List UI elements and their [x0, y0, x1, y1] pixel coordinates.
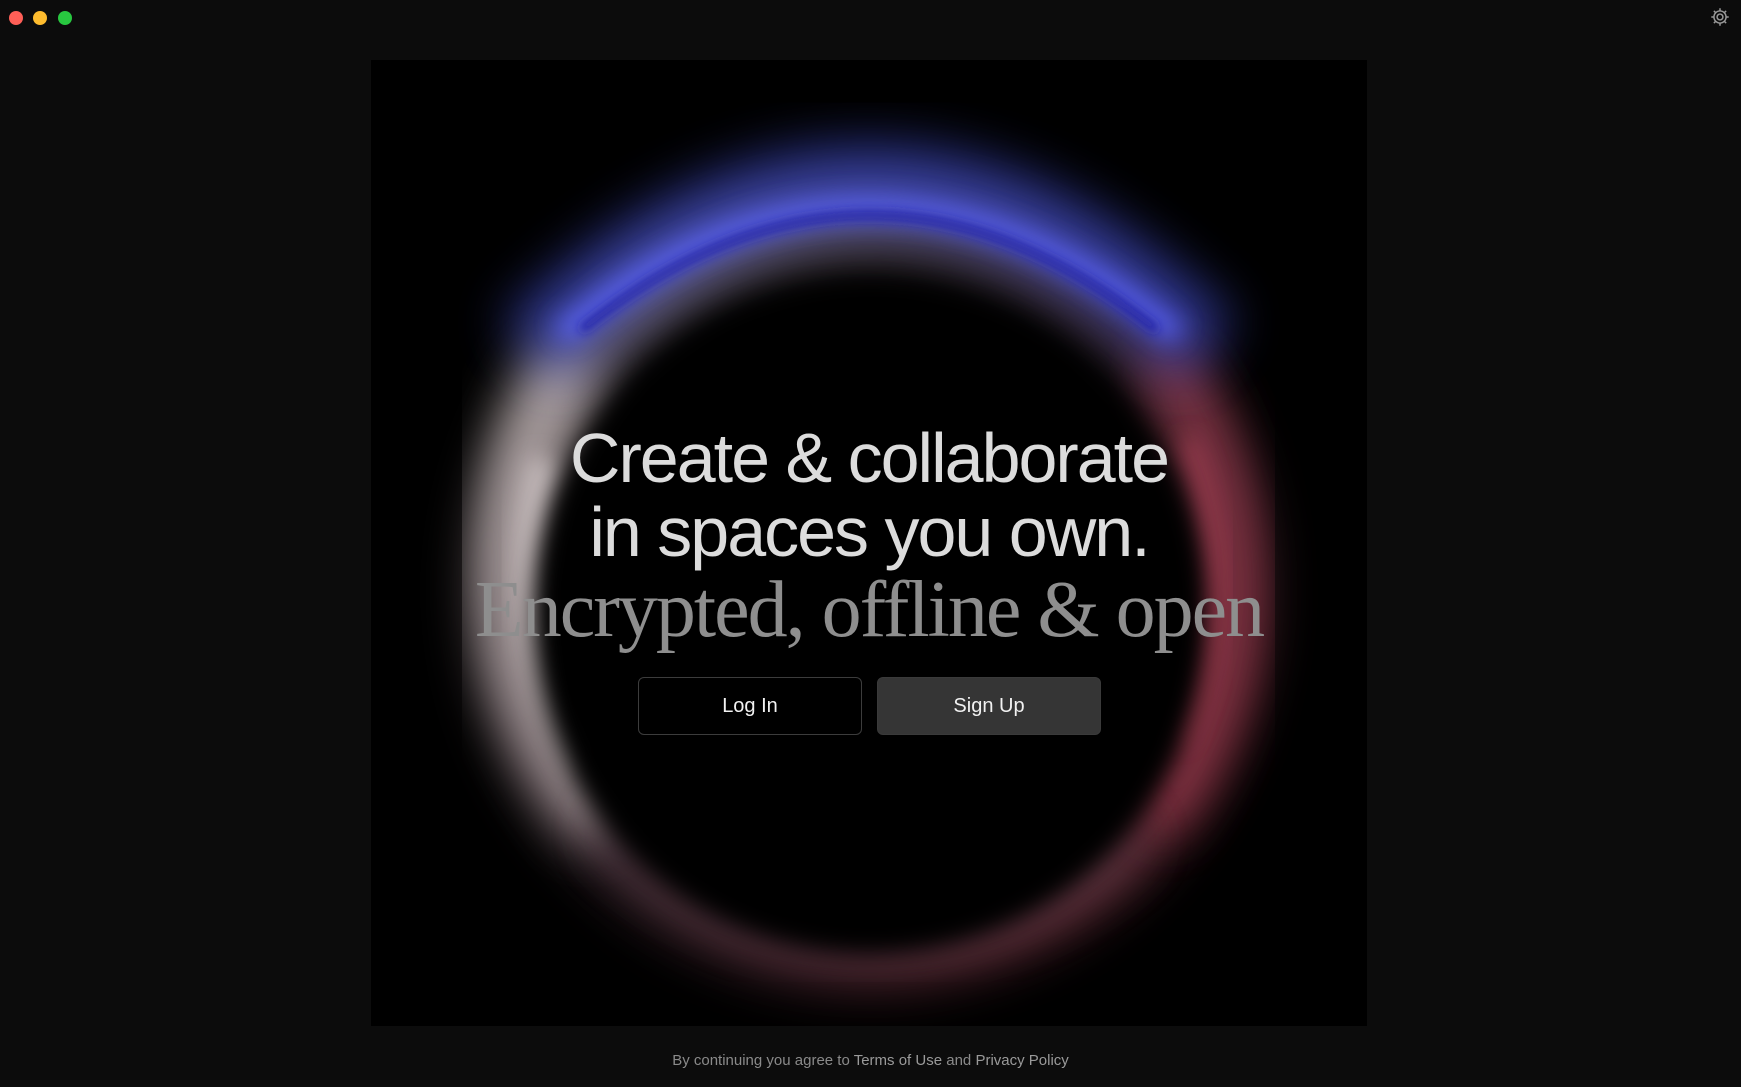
- gear-icon: [1711, 8, 1729, 26]
- legal-footer: By continuing you agree to Terms of Use …: [0, 1052, 1741, 1069]
- settings-button[interactable]: [1707, 4, 1733, 30]
- app-window: Create & collaborate in spaces you own. …: [0, 0, 1741, 1087]
- headline-line-2: in spaces you own.: [589, 493, 1150, 571]
- close-window-button[interactable]: [9, 11, 23, 25]
- minimize-window-button[interactable]: [33, 11, 47, 25]
- privacy-policy-link[interactable]: Privacy Policy: [975, 1052, 1068, 1069]
- footer-prefix: By continuing you agree to: [672, 1052, 854, 1069]
- terms-of-use-link[interactable]: Terms of Use: [854, 1052, 942, 1069]
- tagline: Encrypted, offline & open: [474, 566, 1265, 654]
- signup-button[interactable]: Sign Up: [877, 677, 1101, 735]
- maximize-window-button[interactable]: [58, 11, 72, 25]
- headline-line-1: Create & collaborate: [569, 419, 1170, 497]
- welcome-stage: Create & collaborate in spaces you own. …: [371, 60, 1367, 1026]
- login-button[interactable]: Log In: [638, 677, 862, 735]
- title-bar: [0, 0, 1741, 36]
- footer-conjunction: and: [942, 1052, 976, 1069]
